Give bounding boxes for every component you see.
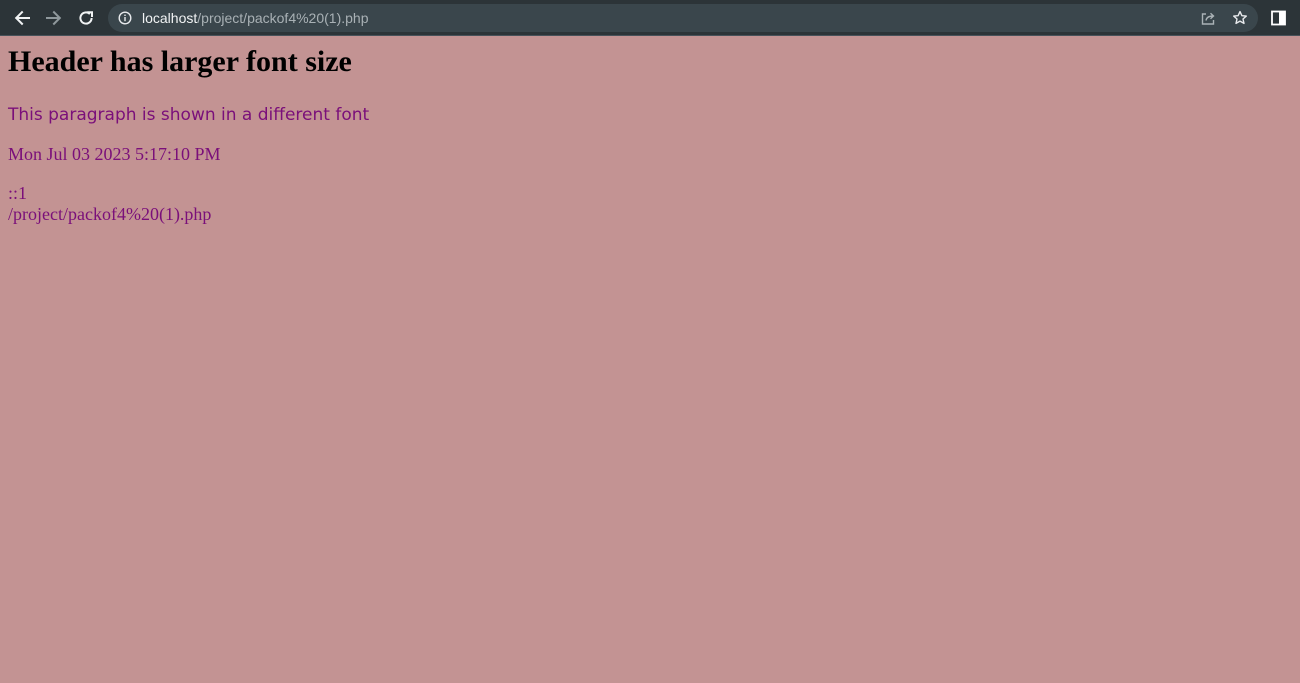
browser-toolbar: localhost/project/packof4%20(1).php bbox=[0, 0, 1300, 36]
page-heading: Header has larger font size bbox=[8, 45, 352, 78]
address-bar[interactable]: localhost/project/packof4%20(1).php bbox=[108, 4, 1258, 32]
star-icon bbox=[1233, 10, 1247, 25]
side-panel-icon bbox=[1271, 10, 1286, 26]
back-arrow-icon bbox=[14, 10, 30, 26]
bookmark-button[interactable] bbox=[1231, 10, 1249, 26]
reload-button[interactable] bbox=[74, 6, 98, 30]
current-datetime: Mon Jul 03 2023 5:17:10 PM bbox=[8, 144, 221, 164]
reload-icon bbox=[79, 11, 93, 25]
url-text[interactable]: localhost/project/packof4%20(1).php bbox=[142, 4, 368, 32]
forward-button[interactable] bbox=[42, 6, 66, 30]
page-content: Header has larger font size This paragra… bbox=[0, 36, 1300, 225]
share-icon bbox=[1201, 12, 1215, 25]
server-info: ::1 /project/packof4%20(1).php bbox=[8, 183, 1292, 225]
forward-arrow-icon bbox=[46, 10, 62, 26]
side-panel-button[interactable] bbox=[1270, 9, 1288, 27]
request-uri: /project/packof4%20(1).php bbox=[8, 204, 212, 224]
info-icon[interactable] bbox=[118, 11, 132, 25]
back-button[interactable] bbox=[10, 6, 34, 30]
url-host: localhost bbox=[142, 10, 198, 26]
share-button[interactable] bbox=[1199, 10, 1217, 26]
url-path: /project/packof4%20(1).php bbox=[197, 10, 369, 26]
remote-address: ::1 bbox=[8, 183, 28, 203]
styled-paragraph: This paragraph is shown in a different f… bbox=[8, 105, 370, 125]
